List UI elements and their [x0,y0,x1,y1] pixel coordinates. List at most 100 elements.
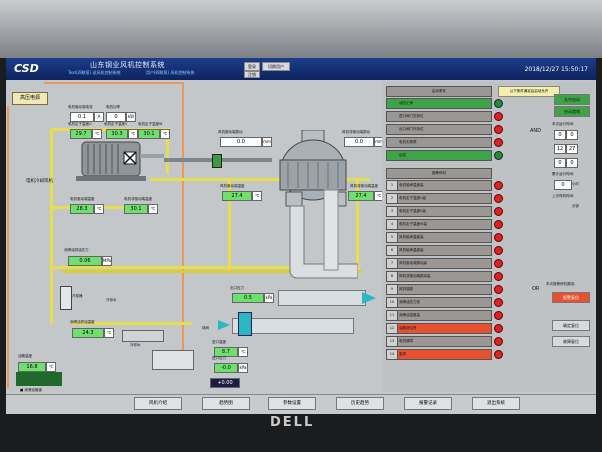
time-box-4: 27 [566,144,578,154]
time-box-6: 0 [566,158,578,168]
trip-row: 6 风机轴承温度高 [386,245,492,256]
outlet-pressure-unit: kPa [264,293,274,303]
bearing-rear-label: 电机非驱动端温度 [124,197,152,201]
ready-row: 出口阀门开到位 [386,124,492,135]
fan-bearing-rear-value: 27.4 [348,191,374,201]
tank-temp-label: 油箱温度 [18,354,32,358]
ready-indicator [494,125,503,134]
trip-indicator [494,233,503,242]
trip-indicator [494,350,503,359]
trip-indicator [494,298,503,307]
nav-tab-history[interactable]: 历史趋势 [336,397,384,410]
bearing-front-label: 电机驱动端温度 [70,197,95,201]
oil-pump [152,350,194,370]
trip-row: 12 油箱液位低 [386,323,492,334]
motor-current-value: 0.1 [70,112,94,122]
inlet-pressure-value: -0.0 [214,363,238,373]
total-run-label: 累计运行时间: [552,172,575,176]
fan-bearing-front-unit: ℃ [252,191,262,201]
hours-label: 小时 [572,182,579,186]
motor-power-value: 0 [106,112,126,122]
outlet-pressure-value: 0.5 [232,293,264,303]
and-label: AND [530,128,542,134]
bearing-rear-unit: ℃ [148,204,158,214]
run-time-label: 本次运行时间: [552,122,575,126]
bearing-rear-value: 30.1 [124,204,148,214]
total-hours-value: 0 [554,180,572,190]
trip-row: 10 润滑油压力低 [386,297,492,308]
ready-header: 启动条件 [386,86,492,97]
trip-reason-label: 本次报警停机原因: [546,282,576,286]
valve-position-value: +0.00 [210,378,240,388]
trip-row: 13 电机故障 [386,336,492,347]
stator-u-label: 电机定子温度U [68,122,92,126]
nav-tab-params[interactable]: 参数设置 [268,397,316,410]
monitor-brand: DELL [270,415,315,430]
cooler-label: 冷却器 [72,294,83,298]
subtitle-1: Text(四联泵) 送风机控制系统 [68,70,121,75]
subtitle-2: 用户(四联泵) 风机控制系统 [146,70,195,75]
or-label: OR [532,286,540,292]
high-voltage-badge: 高压电源 [12,92,48,105]
switch-user-button[interactable]: 切换用户 [262,62,290,71]
bearing-front-unit: ℃ [94,204,104,214]
cold-water-pipe [122,330,164,342]
csd-logo: CSD [14,62,39,75]
stator-v-label: 电机定子温度V [104,122,128,126]
trip-indicator [494,272,503,281]
trip-indicator [494,246,503,255]
oil-legend: ■ 润滑油管道 [20,388,42,392]
fault-reset-button[interactable]: 故障复位 [552,336,590,347]
bearing-front-value: 28.3 [70,204,94,214]
inlet-pressure-unit: kPa [238,363,248,373]
oil-pressure-unit: MPa [102,256,112,266]
nav-tab-exit[interactable]: 退出系统 [472,397,520,410]
ready-indicator [494,99,503,108]
ready-row: 进口阀门关到位 [386,111,492,122]
nav-tab-alarms[interactable]: 报警记录 [404,397,452,410]
fan-bearing-rear-label: 风机非驱动端温度 [350,184,378,188]
trip-row: 11 润滑油温度高 [386,310,492,321]
login-button[interactable]: 登录 [244,62,260,71]
motor-graphic [76,141,164,181]
title-bar: CSD 山东钢业风机控制系统 Text(四联泵) 送风机控制系统 用户(四联泵)… [6,58,596,80]
ready-indicator [494,151,503,160]
cooler [60,286,72,310]
outlet-arrow-icon [362,292,376,304]
time-box-2: 0 [566,130,578,140]
trip-row: 14 急停 [386,349,492,360]
trip-indicator [494,220,503,229]
oil-temp-value: 24.3 [72,328,104,338]
yellow-pipe-v1 [50,128,53,324]
trip-indicator [494,259,503,268]
datetime: 2018/12/27 15:50:17 [524,66,588,73]
trip-indicator [494,207,503,216]
alarm-reset-button[interactable]: 报警复位 [552,292,590,303]
motor-power-unit: kW [126,112,136,122]
tank-temp-value: 16.8 [18,362,46,372]
time-box-3: 12 [554,144,566,154]
inlet-valve[interactable] [238,312,252,336]
trip-indicator [494,285,503,294]
vib-front-label: 风机驱动端振动 [218,130,243,134]
ready-row: 远控 [386,150,492,161]
trip-indicator [494,337,503,346]
start-allow-indicator: 允许启动 [554,94,590,105]
logout-button[interactable]: 注销 [244,71,260,78]
tank-temp-unit: ℃ [46,362,56,372]
water-label: 冷却水 [106,298,117,302]
trip-indicator [494,311,503,320]
fan-graphic [279,130,358,279]
inlet-arrow-icon [218,320,230,330]
confirm-reset-button[interactable]: 确定复位 [552,320,590,331]
trip-row: 7 风机驱动端振动高 [386,258,492,269]
trip-row: 2 电机定子温度U高 [386,193,492,204]
inlet-temp-label: 进口温度 [212,340,226,344]
minutes-label: 分钟 [572,204,579,208]
stator-w-label: 电机定子温度W [138,122,163,126]
nav-tab-trend[interactable]: 趋势图 [202,397,250,410]
ready-note: 以下条件满足后启动允许 [498,86,560,97]
nav-tab-intro[interactable]: 风机介绍 [134,397,182,410]
oil-temp-unit: ℃ [104,328,114,338]
motor-label: 电机冷却风机 [26,179,53,184]
